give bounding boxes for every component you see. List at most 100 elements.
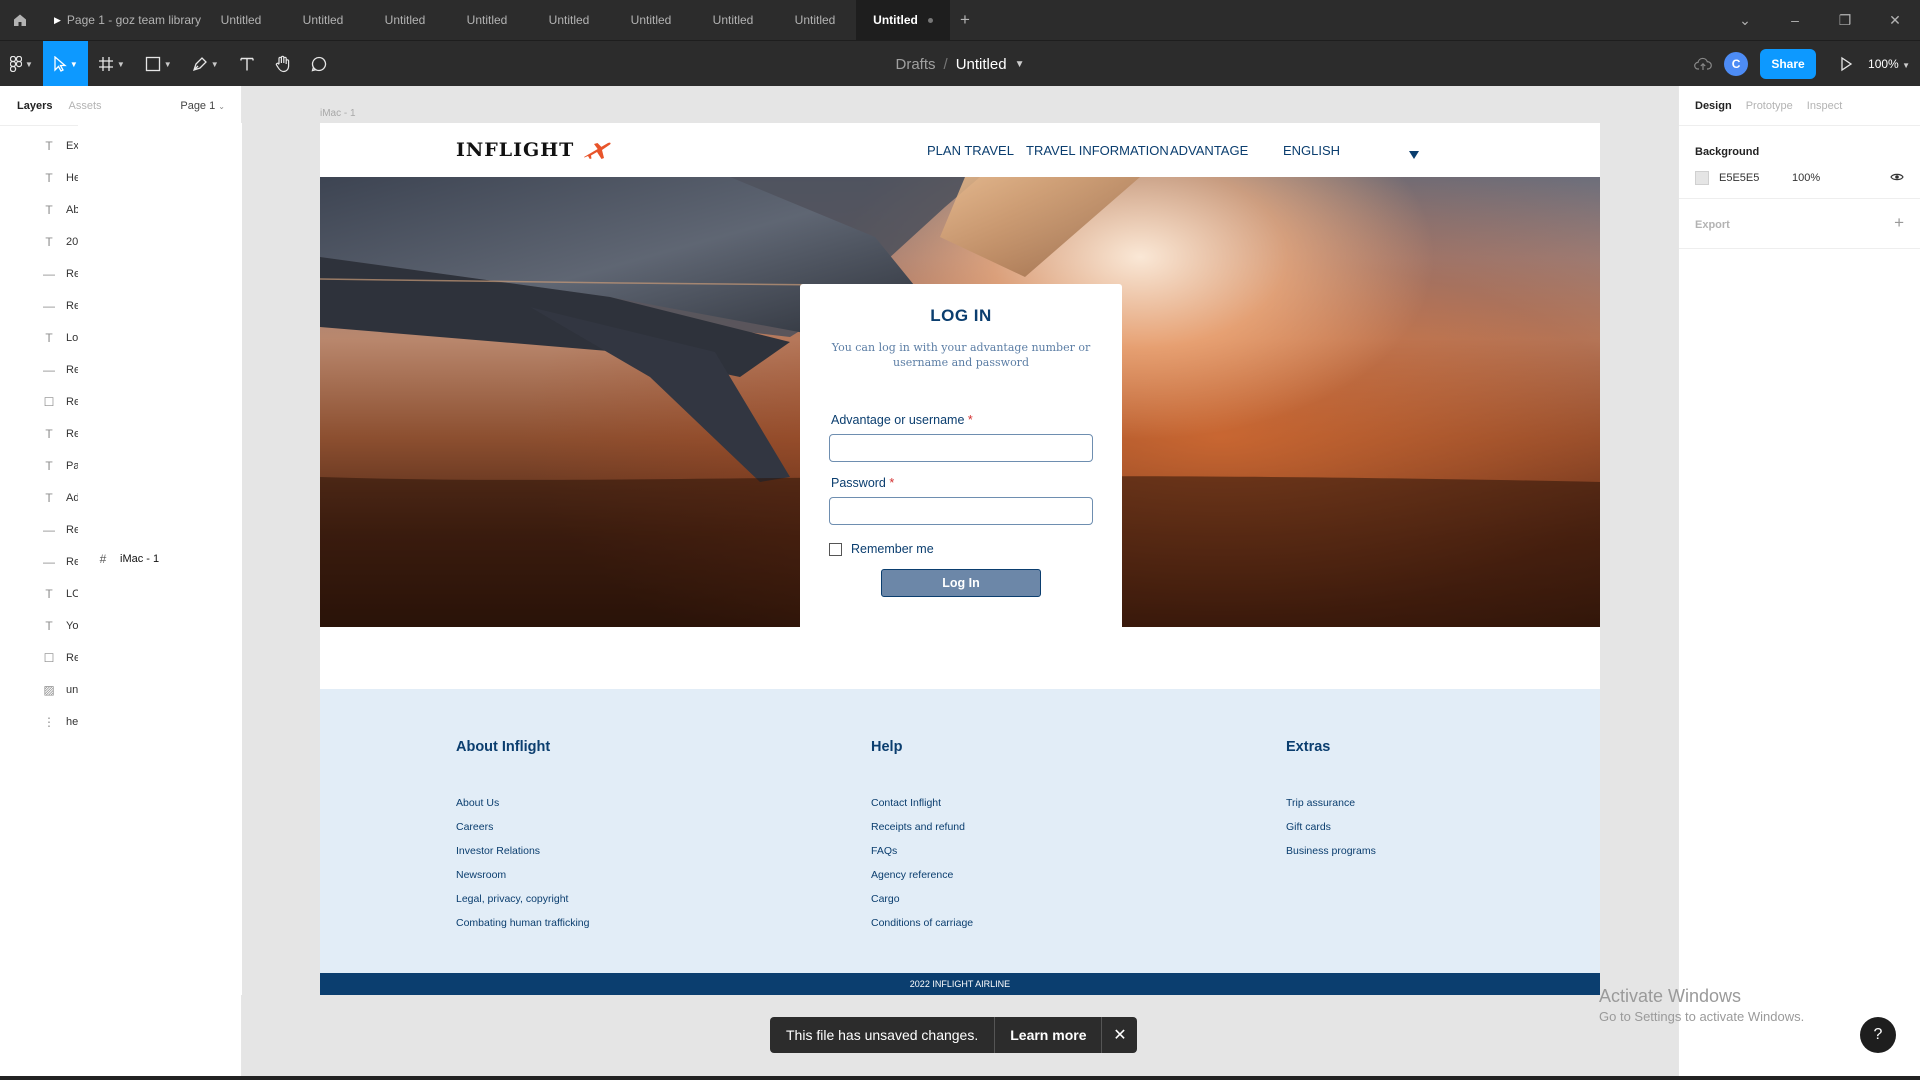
tab-untitled[interactable]: Untitled (692, 0, 774, 40)
login-button[interactable]: Log In (881, 569, 1041, 597)
layers-panel: Layers Assets Page 1 ⌄ # iMac - 1 T Extra… (0, 86, 1358, 1080)
background-swatch[interactable] (1695, 171, 1709, 185)
line-icon: — (43, 523, 55, 537)
eye-icon[interactable] (1890, 172, 1904, 182)
login-title: LOG IN (930, 306, 992, 325)
page-selector[interactable]: Page 1 ⌄ (180, 100, 225, 112)
window-bottom-edge (0, 1076, 1920, 1080)
site-header: INFLIGHT PLAN TRAVEL TRAVEL INFORMATION … (320, 123, 1600, 177)
language-caret-icon[interactable] (1409, 151, 1419, 159)
new-tab-button[interactable]: + (950, 0, 980, 40)
hand-tool-button[interactable] (265, 41, 301, 87)
footer-column-about: About Inflight About Us Careers Investor… (456, 739, 589, 941)
file-name[interactable]: Untitled (956, 56, 1007, 73)
line-icon: — (43, 555, 55, 569)
site-logo[interactable]: INFLIGHT (456, 139, 612, 161)
zoom-level[interactable]: 100% ▼ (1868, 57, 1910, 71)
password-input[interactable] (829, 497, 1093, 525)
footer-link[interactable]: Legal, privacy, copyright (456, 893, 589, 917)
cloud-upload-icon[interactable] (1694, 57, 1712, 71)
footer-column-extras: Extras Trip assurance Gift cards Busines… (1286, 739, 1376, 869)
footer-heading: Help (871, 739, 903, 755)
home-button[interactable] (0, 0, 40, 40)
tab-prototype[interactable]: Prototype (1746, 100, 1793, 112)
restore-button[interactable]: ❐ (1820, 0, 1870, 40)
chevron-down-icon: ⌄ (218, 101, 225, 111)
background-opacity-input[interactable]: 100% (1792, 172, 1820, 184)
tab-library-file[interactable]: ▶ Page 1 - goz team library (40, 0, 201, 40)
comment-tool-button[interactable] (301, 41, 337, 87)
footer-link[interactable]: About Us (456, 797, 589, 821)
remember-me[interactable]: Remember me (829, 542, 934, 556)
footer-link[interactable]: Gift cards (1286, 821, 1376, 845)
close-icon: ✕ (1889, 11, 1901, 28)
footer-link[interactable]: Receipts and refund (871, 821, 973, 845)
username-label-text: Advantage or username (831, 413, 965, 427)
text-icon: T (45, 171, 53, 185)
footer-link[interactable]: Cargo (871, 893, 973, 917)
tab-untitled[interactable]: Untitled (364, 0, 446, 40)
imac-frame[interactable]: INFLIGHT PLAN TRAVEL TRAVEL INFORMATION … (320, 123, 1600, 995)
tab-untitled[interactable]: Untitled (528, 0, 610, 40)
footer-link[interactable]: Investor Relations (456, 845, 589, 869)
footer-link[interactable]: FAQs (871, 845, 973, 869)
plus-icon[interactable]: + (1894, 213, 1904, 233)
footer-link[interactable]: Newsroom (456, 869, 589, 893)
toast-close-button[interactable]: ✕ (1101, 1017, 1137, 1053)
text-tool-button[interactable] (229, 41, 265, 87)
close-icon: ✕ (1113, 1027, 1127, 1044)
export-section: Export + (1679, 199, 1920, 249)
close-window-button[interactable]: ✕ (1870, 0, 1920, 40)
footer-link[interactable]: Trip assurance (1286, 797, 1376, 821)
tab-untitled[interactable]: Untitled (610, 0, 692, 40)
tab-design[interactable]: Design (1695, 100, 1732, 112)
chevron-down-icon: ▼ (116, 59, 125, 69)
background-fill-row: E5E5E5 100% (1695, 166, 1904, 198)
pen-tool-button[interactable]: ▼ (182, 41, 229, 87)
tab-inspect[interactable]: Inspect (1807, 100, 1842, 112)
nav-english[interactable]: ENGLISH (1283, 143, 1340, 158)
canvas[interactable]: iMac - 1 INFLIGHT PLAN TRAVEL TRAVEL INF… (242, 86, 1678, 1080)
main-menu-button[interactable]: ▼ (0, 41, 43, 87)
nav-advantage[interactable]: ADVANTAGE (1170, 143, 1248, 158)
help-button[interactable]: ? (1860, 1017, 1896, 1053)
tab-untitled[interactable]: Untitled (774, 0, 856, 40)
tab-assets[interactable]: Assets (68, 100, 101, 112)
logo-text: INFLIGHT (456, 139, 575, 161)
learn-more-button[interactable]: Learn more (994, 1017, 1101, 1053)
footer-link[interactable]: Combating human trafficking (456, 917, 589, 941)
tabs-dropdown-button[interactable]: ⌄ (1720, 0, 1770, 40)
toolbar: ▼ ▼ ▼ ▼ ▼ Drafts / Untitled ▼ C Share 10… (0, 40, 1920, 87)
footer-link[interactable]: Conditions of carriage (871, 917, 973, 941)
tab-untitled[interactable]: Untitled (200, 0, 282, 40)
shape-tool-button[interactable]: ▼ (135, 41, 182, 87)
remember-label: Remember me (851, 542, 934, 556)
tab-untitled[interactable]: Untitled (446, 0, 528, 40)
file-tabs: ▶ Page 1 - goz team library Untitled Unt… (40, 0, 980, 40)
move-tool-button[interactable]: ▼ (42, 41, 88, 87)
remember-checkbox[interactable] (829, 542, 842, 556)
toast-message: This file has unsaved changes. (786, 1027, 979, 1043)
footer-link[interactable]: Agency reference (871, 869, 973, 893)
breadcrumb-drafts[interactable]: Drafts (896, 56, 936, 73)
footer-link[interactable]: Careers (456, 821, 589, 845)
username-input[interactable] (829, 434, 1093, 462)
frame-label[interactable]: iMac - 1 (320, 108, 356, 119)
chevron-down-icon[interactable]: ▼ (1015, 59, 1025, 70)
background-hex-input[interactable]: E5E5E5 (1719, 172, 1792, 184)
share-button[interactable]: Share (1760, 49, 1817, 79)
footer-link[interactable]: Contact Inflight (871, 797, 973, 821)
nav-plan-travel[interactable]: PLAN TRAVEL (927, 143, 1014, 158)
frame-tool-button[interactable]: ▼ (88, 41, 135, 87)
tab-layers[interactable]: Layers (17, 100, 52, 112)
present-play-icon[interactable] (1836, 56, 1856, 72)
tab-active-untitled[interactable]: Untitled (856, 0, 950, 40)
user-avatar[interactable]: C (1724, 52, 1749, 76)
minimize-button[interactable]: – (1770, 0, 1820, 40)
footer-link[interactable]: Business programs (1286, 845, 1376, 869)
site-footer: About Inflight About Us Careers Investor… (320, 689, 1600, 973)
image-icon: ▨ (43, 683, 55, 697)
restore-icon: ❐ (1838, 11, 1852, 28)
nav-travel-information[interactable]: TRAVEL INFORMATION (1026, 143, 1169, 158)
tab-untitled[interactable]: Untitled (282, 0, 364, 40)
